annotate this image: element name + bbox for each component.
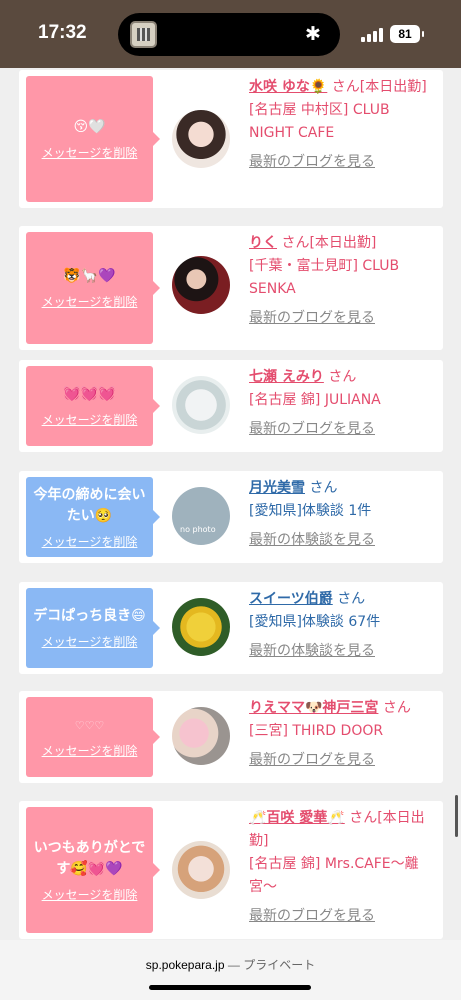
message-text: デコぱっち良き😄	[33, 608, 146, 624]
avatar[interactable]: no photo	[172, 487, 230, 545]
message-card: 😚🤍 メッセージを削除 水咲 ゆな🌻 さん[本日出勤] [名古屋 中村区] CL…	[19, 70, 443, 208]
honorific: さん	[337, 591, 366, 607]
avatar[interactable]	[172, 376, 230, 434]
delete-message-link[interactable]: メッセージを削除	[42, 633, 138, 650]
avatar[interactable]	[172, 707, 230, 765]
latest-review-link[interactable]: 最新の体験談を見る	[249, 529, 437, 552]
message-bubble: 💓💓💓 メッセージを削除	[26, 366, 160, 446]
message-card: デコぱっち良き😄 メッセージを削除 スイーツ伯爵 さん [愛知県]体験談 67件…	[19, 582, 443, 674]
message-bubble: 今年の締めに会いたい🥺 メッセージを削除	[26, 477, 160, 557]
honorific: さん	[309, 480, 338, 496]
member-info: 七瀬 えみり さん [名古屋 錦] JULIANA 最新のブログを見る	[249, 366, 437, 441]
now-playing-thumbnail-icon	[130, 21, 157, 48]
shop-name: [名古屋 錦] Mrs.CAFE〜離宮〜	[249, 856, 419, 895]
member-name-link[interactable]: 🥂百咲 愛華🥂	[249, 810, 345, 826]
member-name-link[interactable]: りく	[249, 235, 277, 251]
review-count: [愛知県]体験談 1件	[249, 503, 372, 519]
shop-name: [三宮] THIRD DOOR	[249, 723, 384, 739]
latest-review-link[interactable]: 最新の体験談を見る	[249, 640, 437, 663]
work-status: [本日出勤]	[309, 235, 377, 251]
work-status: [本日出勤]	[359, 79, 427, 95]
bluetooth-icon: ✱	[305, 23, 321, 45]
member-name-link[interactable]: 水咲 ゆな🌻	[249, 79, 327, 95]
message-card: いつもありがとです🥰💓💜 メッセージを削除 🥂百咲 愛華🥂 さん[本日出勤] […	[19, 801, 443, 939]
message-bubble: ♡♡♡ メッセージを削除	[26, 697, 160, 777]
message-card: 今年の締めに会いたい🥺 メッセージを削除 no photo 月光美雪 さん [愛…	[19, 471, 443, 563]
latest-blog-link[interactable]: 最新のブログを見る	[249, 905, 437, 928]
avatar[interactable]	[172, 110, 230, 168]
url-text[interactable]: sp.pokepara.jp — プライベート	[0, 956, 461, 973]
member-name-link[interactable]: 月光美雪	[249, 480, 305, 496]
cellular-signal-icon	[361, 28, 383, 42]
member-name-link[interactable]: 七瀬 えみり	[249, 369, 324, 385]
browser-address-bar[interactable]: sp.pokepara.jp — プライベート	[0, 940, 461, 1000]
latest-blog-link[interactable]: 最新のブログを見る	[249, 307, 437, 330]
honorific: さん	[382, 700, 411, 716]
message-text: いつもありがとです🥰💓💜	[33, 839, 146, 877]
member-info: 水咲 ゆな🌻 さん[本日出勤] [名古屋 中村区] CLUB NIGHT CAF…	[249, 76, 437, 174]
member-info: 月光美雪 さん [愛知県]体験談 1件 最新の体験談を見る	[249, 477, 437, 552]
honorific: さん	[331, 79, 360, 95]
message-text: 💓💓💓	[63, 386, 116, 402]
message-bubble: 🐯🦙💜 メッセージを削除	[26, 232, 160, 344]
private-mode-label: プライベート	[243, 958, 316, 972]
delete-message-link[interactable]: メッセージを削除	[42, 533, 138, 550]
member-name-link[interactable]: スイーツ伯爵	[249, 591, 333, 607]
member-name-link[interactable]: りえママ🐶神戸三宮	[249, 700, 378, 716]
delete-message-link[interactable]: メッセージを削除	[42, 144, 138, 161]
battery-icon: 81	[390, 25, 424, 43]
delete-message-link[interactable]: メッセージを削除	[42, 411, 138, 428]
message-text: 🐯🦙💜	[63, 268, 116, 284]
member-info: スイーツ伯爵 さん [愛知県]体験談 67件 最新の体験談を見る	[249, 588, 437, 663]
message-card: 💓💓💓 メッセージを削除 七瀬 えみり さん [名古屋 錦] JULIANA 最…	[19, 360, 443, 452]
review-count: [愛知県]体験談 67件	[249, 614, 381, 630]
dynamic-island[interactable]: ✱	[118, 13, 340, 56]
message-card: ♡♡♡ メッセージを削除 りえママ🐶神戸三宮 さん [三宮] THIRD DOO…	[19, 691, 443, 783]
avatar[interactable]	[172, 841, 230, 899]
delete-message-link[interactable]: メッセージを削除	[42, 742, 138, 759]
separator: —	[227, 958, 240, 972]
message-bubble: いつもありがとです🥰💓💜 メッセージを削除	[26, 807, 160, 933]
latest-blog-link[interactable]: 最新のブログを見る	[249, 151, 437, 174]
shop-name: [千葉・富士見町] CLUB SENKA	[249, 258, 400, 297]
latest-blog-link[interactable]: 最新のブログを見る	[249, 418, 437, 441]
honorific: さん	[349, 810, 378, 826]
home-indicator[interactable]	[149, 985, 311, 990]
latest-blog-link[interactable]: 最新のブログを見る	[249, 749, 437, 772]
honorific: さん	[328, 369, 357, 385]
member-info: りく さん[本日出勤] [千葉・富士見町] CLUB SENKA 最新のブログを…	[249, 232, 437, 330]
no-photo-label: no photo	[180, 525, 216, 534]
delete-message-link[interactable]: メッセージを削除	[42, 293, 138, 310]
message-text: 😚🤍	[73, 119, 106, 135]
delete-message-link[interactable]: メッセージを削除	[42, 886, 138, 903]
member-info: 🥂百咲 愛華🥂 さん[本日出勤] [名古屋 錦] Mrs.CAFE〜離宮〜 最新…	[249, 807, 437, 928]
shop-name: [名古屋 中村区] CLUB NIGHT CAFE	[249, 102, 390, 141]
member-info: りえママ🐶神戸三宮 さん [三宮] THIRD DOOR 最新のブログを見る	[249, 697, 437, 772]
avatar[interactable]	[172, 598, 230, 656]
message-text: ♡♡♡	[74, 719, 105, 732]
honorific: さん	[281, 235, 310, 251]
scrollbar[interactable]	[455, 795, 458, 837]
status-time: 17:32	[38, 22, 87, 43]
message-text: 今年の締めに会いたい🥺	[33, 486, 146, 524]
avatar[interactable]	[172, 256, 230, 314]
message-card: 🐯🦙💜 メッセージを削除 りく さん[本日出勤] [千葉・富士見町] CLUB …	[19, 226, 443, 350]
message-bubble: デコぱっち良き😄 メッセージを削除	[26, 588, 160, 668]
status-bar: 17:32 ✱ 81	[0, 0, 461, 68]
domain-text: sp.pokepara.jp	[145, 958, 225, 972]
shop-name: [名古屋 錦] JULIANA	[249, 392, 381, 408]
message-bubble: 😚🤍 メッセージを削除	[26, 76, 160, 202]
